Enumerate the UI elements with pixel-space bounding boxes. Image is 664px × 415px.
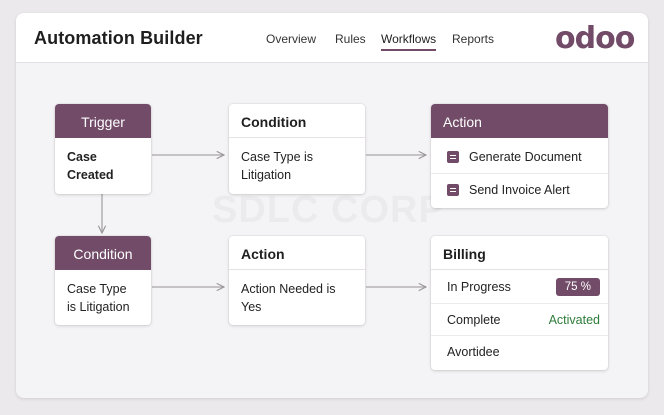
condition-line: Case Type (67, 282, 127, 296)
trigger-card-header: Trigger (55, 104, 151, 138)
status-text: Activated (548, 312, 600, 327)
progress-badge: 75 % (555, 278, 600, 296)
action-card-header: Action (431, 104, 608, 138)
action-item-label: Send Invoice Alert (469, 183, 570, 197)
trigger-card[interactable]: Trigger Case Created (55, 104, 151, 194)
condition-card-body: Case Type is Litigation (55, 270, 151, 326)
billing-row-in-progress[interactable]: In Progress 75 % (431, 271, 608, 303)
document-icon (447, 150, 459, 163)
condition-card-header: Condition (55, 236, 151, 270)
billing-card-header: Billing (431, 236, 608, 270)
trigger-card-body: Case Created (55, 138, 151, 194)
action-line: Yes (241, 300, 262, 314)
trigger-line: Case (67, 150, 97, 164)
condition-line: is Litigation (67, 300, 130, 314)
action-card-body: Action Needed is Yes (229, 270, 365, 326)
trigger-line: Created (67, 168, 114, 182)
billing-row-complete[interactable]: Complete Activated (431, 303, 608, 335)
action-line: Action Needed is (241, 282, 336, 296)
condition-line: Case Type is (241, 150, 314, 164)
app-window: Automation Builder Overview Rules Workfl… (16, 13, 648, 398)
condition-line: Litigation (241, 168, 292, 182)
billing-row-avortidee[interactable]: Avortidee (431, 335, 608, 367)
condition-card-header: Condition (229, 104, 365, 138)
action-item-send-invoice-alert[interactable]: Send Invoice Alert (431, 173, 608, 206)
action-item-generate-document[interactable]: Generate Document (431, 140, 608, 173)
billing-row-label: Avortidee (447, 344, 500, 359)
billing-row-label: In Progress (447, 280, 511, 294)
billing-row-label: Complete (447, 312, 501, 327)
condition-card-bottom[interactable]: Condition Case Type is Litigation (55, 236, 151, 325)
action-item-label: Generate Document (469, 149, 582, 164)
billing-card[interactable]: Billing In Progress 75 % Complete Activa… (431, 236, 608, 370)
action-card-header: Action (229, 236, 365, 270)
condition-card-top[interactable]: Condition Case Type is Litigation (229, 104, 365, 194)
action-card-bottom[interactable]: Action Action Needed is Yes (229, 236, 365, 325)
action-card-top[interactable]: Action Generate Document Send Invoice Al… (431, 104, 608, 208)
alert-icon (447, 184, 459, 196)
condition-card-body: Case Type is Litigation (229, 138, 365, 194)
